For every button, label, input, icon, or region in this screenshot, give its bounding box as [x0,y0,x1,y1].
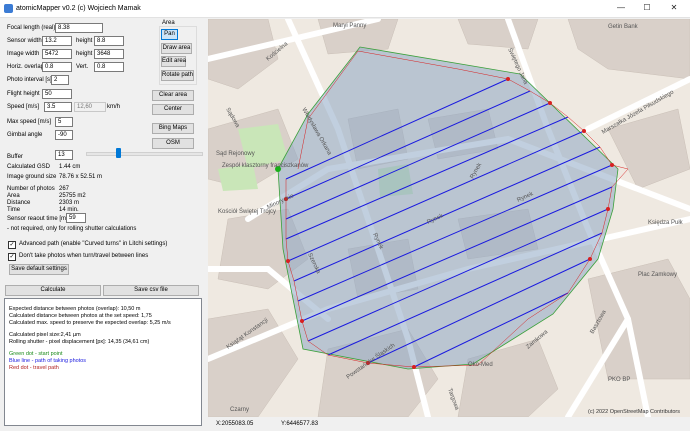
clear-area-button[interactable]: Clear area [152,90,194,101]
photo-interval-label: Photo interval [s] [7,77,52,83]
no-photos-checkbox[interactable]: ✓ [8,253,16,261]
draw-area-button[interactable]: Draw area [161,43,192,54]
log-line-blue: Blue line - path of taking photos [9,358,87,364]
calculate-button[interactable]: Calculate [5,285,101,296]
rotate-path-button[interactable]: Rotate path [161,70,194,81]
advanced-path-checkbox[interactable]: ✓ [8,241,16,249]
map-attribution: (c) 2022 OpenStreetMap Contributors [588,409,680,415]
map-canvas[interactable]: Kościelna Sądowa Władysława Orkana Święt… [208,19,690,417]
output-log[interactable]: Expected distance between photos (overla… [4,298,202,426]
center-button[interactable]: Center [152,104,194,115]
log-line: Calculated distance between photos at th… [9,313,152,319]
maximize-button[interactable]: ☐ [636,2,658,14]
street-label: Targowa [446,388,460,412]
gimbal-angle-input[interactable]: -90 [55,130,73,140]
readout-time-input[interactable]: 59 [66,213,86,223]
log-line: Calculated max. speed to preserve the ex… [9,320,171,326]
gsd-value: 1.44 cm [59,164,81,170]
time-label: Time [7,207,21,213]
survey-area-polygon[interactable] [277,46,619,370]
window-title: atomicMapper v0.2 (c) Wojciech Mamak [16,5,141,12]
horiz-overlap-input[interactable]: 0.8 [42,62,72,72]
sensor-height-input[interactable]: 8.8 [94,36,124,46]
readout-note: - not required, only for rolling shutter… [7,226,137,232]
street-label: Księdza Pułk [648,220,684,226]
photo-interval-input[interactable]: 2 [51,75,69,85]
poi-label: Czarny [230,407,249,413]
map-view[interactable]: Kościelna Sądowa Władysława Orkana Święt… [208,19,690,417]
image-width-input[interactable]: 5472 [42,49,72,59]
flight-height-label: Flight height [7,91,40,97]
save-defaults-button[interactable]: Save default settings [9,264,69,275]
image-ground-size-value: 78.76 x 52.51 m [59,174,103,180]
max-speed-input[interactable]: 5 [55,117,73,127]
image-height-input[interactable]: 3648 [94,49,124,59]
poi-label: Maryi Panny [333,23,366,29]
gsd-label: Calculated GSD [7,164,51,170]
osm-button[interactable]: OSM [152,138,194,149]
max-speed-label: Max speed [m/s] [7,119,52,125]
poi-label: Zespół klasztorny franciszkanów [222,163,309,169]
buffer-label: Buffer [7,154,23,160]
buffer-input[interactable]: 13 [55,150,73,160]
sensor-height-label: height [76,38,93,44]
focal-length-label: Focal length (real) [7,25,56,31]
coordinate-y: Y:6446577.83 [281,421,319,427]
poi-label: Sąd Rejonowy [216,151,255,157]
edit-area-button[interactable]: Edit area [161,56,186,67]
close-button[interactable]: ✕ [663,2,685,14]
poi-label: Getin Bank [608,24,639,30]
focal-length-input[interactable]: 8.38 [55,23,103,33]
advanced-path-label: Advanced path (enable "Curved turns" in … [19,241,168,247]
buffer-slider-thumb[interactable] [116,148,121,158]
speed-kmh-readout: 12,60 [74,102,106,112]
title-bar: atomicMapper v0.2 (c) Wojciech Mamak — ☐… [0,0,690,18]
status-bar: X:2055083.05 Y:6446577.83 [208,418,690,431]
buffer-slider-track[interactable] [86,152,203,156]
flight-height-input[interactable]: 50 [42,89,72,99]
poi-label: Oko-Med [468,362,493,368]
image-ground-size-label: Image ground size [7,174,57,180]
poi-label: PKO BP [608,377,630,383]
log-line: Calculated pixel size:2,41 µm [9,332,81,338]
readout-time-label: Sensor reaout time [ms] [7,216,71,222]
log-line: Rolling shutter - pixel displacement [px… [9,339,150,345]
vert-overlap-input[interactable]: 0.8 [94,62,124,72]
poi-label: Plac Zamkowy [638,272,677,278]
horiz-overlap-label: Horiz. overlap [7,64,45,70]
sensor-width-label: Sensor width [7,38,42,44]
log-line-green: Green dot - start point [9,351,63,357]
save-csv-button[interactable]: Save csv file [103,285,199,296]
pan-button[interactable]: Pan [161,29,178,40]
no-photos-label: Don't take photos when turn/travel betwe… [19,253,149,259]
image-width-label: Image width [7,51,40,57]
bing-maps-button[interactable]: Bing Maps [152,123,194,134]
vert-overlap-label: Vert. [76,64,89,70]
minimize-button[interactable]: — [610,2,632,14]
image-height-label: height [76,51,93,57]
log-line: Expected distance between photos (overla… [9,306,141,312]
speed-label: Speed [m/s] [7,104,40,110]
coordinate-x: X:2055083.05 [216,421,254,427]
log-line-red: Red dot - travel path [9,365,59,371]
gimbal-angle-label: Gimbal angle [7,132,43,138]
kmh-label: km/h [107,104,121,110]
speed-input[interactable]: 3.5 [44,102,72,112]
app-icon [4,4,13,13]
poi-label: Kościół Świętej Trójcy [218,207,276,215]
sensor-width-input[interactable]: 13.2 [42,36,72,46]
